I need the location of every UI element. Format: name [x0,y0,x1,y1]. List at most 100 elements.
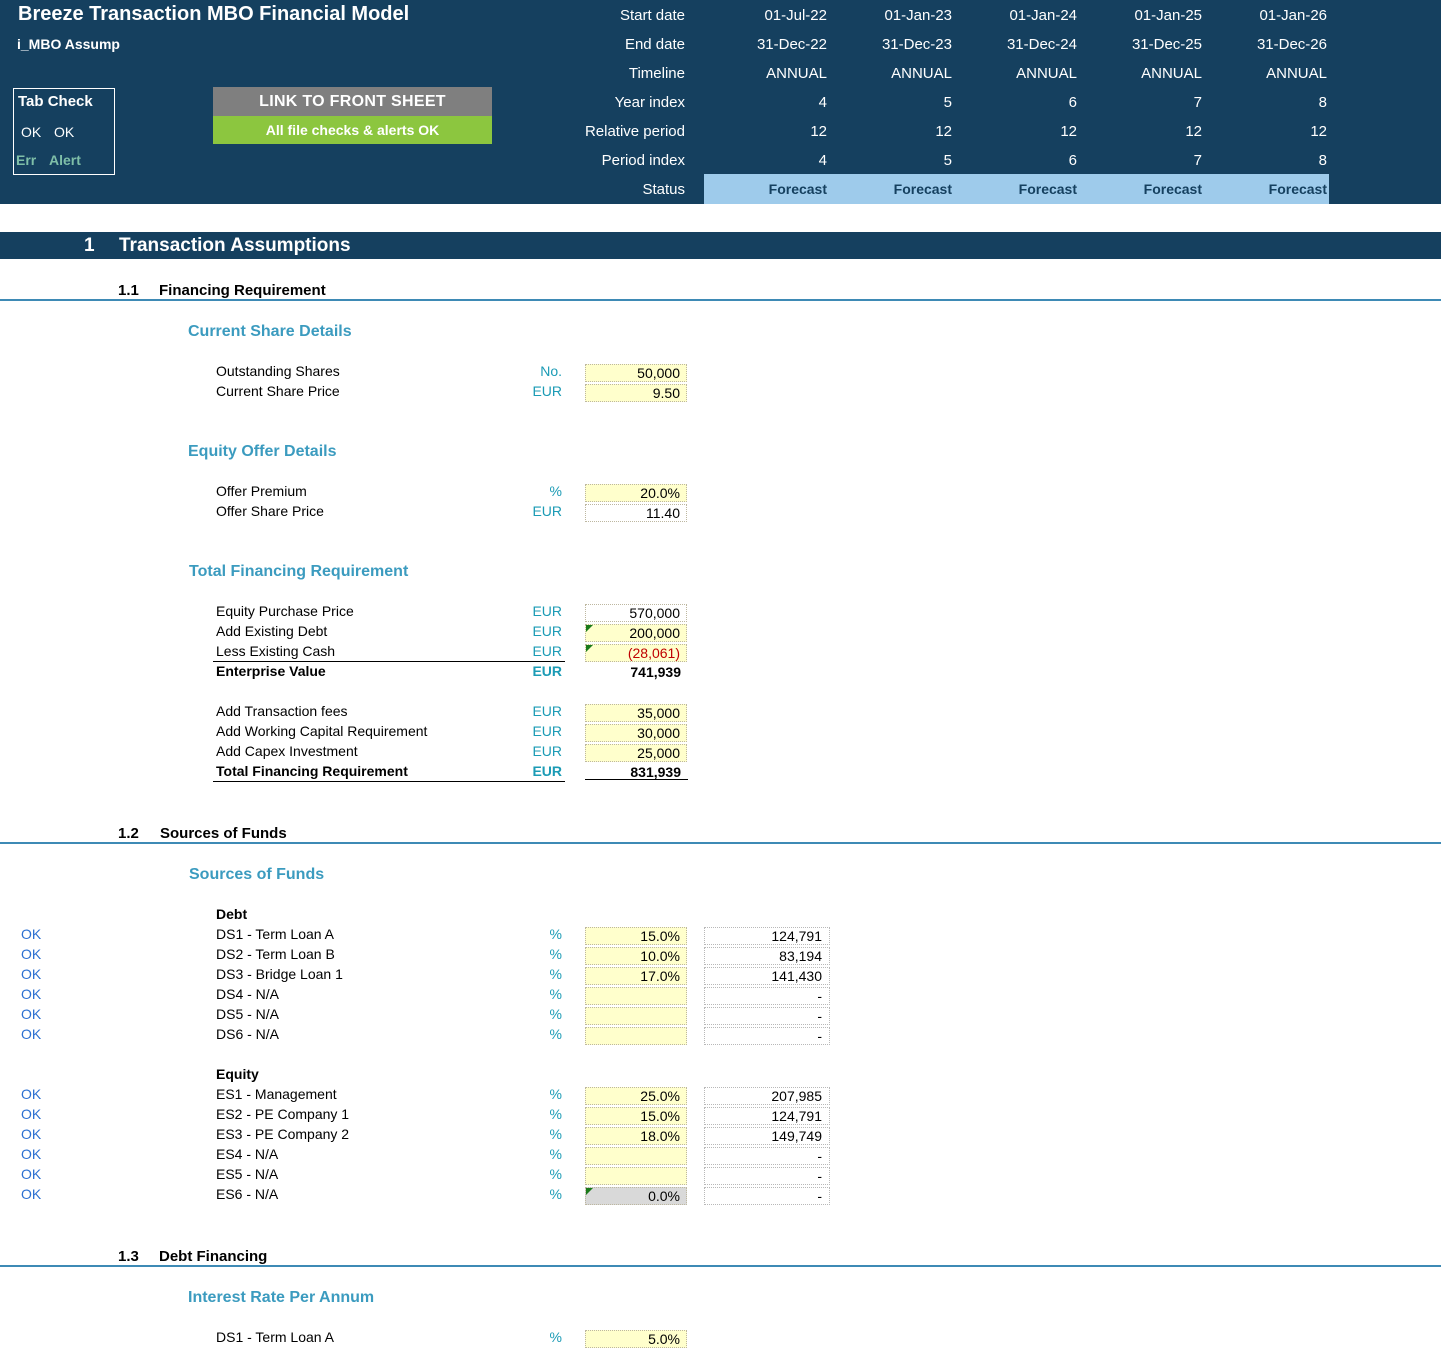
cell-value: 149,749 [771,1128,822,1144]
row-check-status: OK [21,1026,42,1042]
financing-row-label: Less Existing Cash [216,643,336,659]
timeline-timeline-cell: ANNUAL [891,65,952,82]
model-header: Breeze Transaction MBO Financial Model i… [0,0,1441,204]
interest-rate-heading: Interest Rate Per Annum [188,1289,375,1306]
input-cell[interactable]: 200,000 [585,624,687,642]
input-cell[interactable]: 9.50 [585,384,687,402]
amount-cell: 124,791 [704,927,830,945]
timeline-timeline-cell: ANNUAL [1016,65,1077,82]
unit-label: EUR [532,383,562,399]
timeline-relative-period-cell: 12 [935,123,952,140]
cell-value: 0.0% [648,1188,680,1204]
percent-input-cell[interactable] [585,1167,687,1185]
timeline-timeline-cell: ANNUAL [1266,65,1327,82]
end-date-label: End date [624,36,685,53]
input-cell[interactable]: 35,000 [585,704,687,722]
percent-input-cell[interactable]: 15.0% [585,1107,687,1125]
input-cell[interactable]: 11.40 [585,504,687,522]
unit-label: No. [540,363,562,379]
tab-check-panel: Tab Check OK OK Err Alert [13,88,115,175]
row-check-status: OK [21,986,42,1002]
source-label: DS2 - Term Loan B [216,946,335,962]
cell-value: - [817,1008,822,1024]
cell-value: 124,791 [771,928,822,944]
percent-input-cell[interactable]: 10.0% [585,947,687,965]
financing-row-label: Equity Purchase Price [216,603,354,619]
timeline-year-index-cell: 7 [1193,94,1202,111]
financing-row-label: Offer Share Price [216,503,324,519]
input-cell[interactable]: 25,000 [585,744,687,762]
sources-of-funds-heading: Sources of Funds [189,866,325,883]
period-index-label: Period index [601,152,685,169]
row-check-status: OK [21,1126,42,1142]
percent-input-cell[interactable] [585,987,687,1005]
input-cell[interactable]: 30,000 [585,724,687,742]
amount-cell: - [704,1187,830,1205]
row-check-status: OK [21,1146,42,1162]
unit-label: EUR [532,703,562,719]
timeline-start-cell: 01-Jul-22 [764,7,827,24]
percent-input-cell[interactable]: 0.0% [585,1187,687,1205]
link-to-front-sheet-button[interactable]: LINK TO FRONT SHEET [213,87,492,116]
percent-input-cell[interactable]: 18.0% [585,1127,687,1145]
section-transaction-assumptions: 1 Transaction Assumptions [0,232,1441,259]
interest-input-cell[interactable]: 5.0% [585,1330,687,1348]
unit-label: % [549,1329,562,1345]
percent-input-cell[interactable]: 15.0% [585,927,687,945]
cell-value: 25,000 [637,745,680,761]
percent-input-cell[interactable] [585,1147,687,1165]
timeline-timeline-cell: ANNUAL [766,65,827,82]
percent-input-cell[interactable] [585,1027,687,1045]
comment-indicator [586,625,593,632]
unit-label: EUR [532,743,562,759]
input-cell[interactable]: (28,061) [585,644,687,662]
total-financing-value-line [585,779,688,780]
unit-label: EUR [532,603,562,619]
amount-cell: - [704,1027,830,1045]
timeline-label: Timeline [628,65,685,82]
timeline-relative-period-cell: 12 [1060,123,1077,140]
cell-value: 207,985 [771,1088,822,1104]
unit-label: EUR [532,723,562,739]
timeline-end-cell: 31-Dec-25 [1131,36,1202,53]
cell-value: - [817,988,822,1004]
cell-value: 141,430 [771,968,822,984]
financing-row-label: Enterprise Value [216,663,326,679]
unit-label: % [549,926,562,942]
interest-row-label: DS1 - Term Loan A [216,1329,335,1345]
financing-row-label: Current Share Price [216,383,340,399]
status-cell: Forecast [1018,181,1077,197]
unit-label: EUR [532,623,562,639]
source-label: ES4 - N/A [216,1146,279,1162]
subsection-1-1-title: Financing Requirement [159,282,326,299]
percent-input-cell[interactable]: 25.0% [585,1087,687,1105]
financing-row-label: Add Existing Debt [216,623,328,639]
subsection-divider [0,1265,1441,1267]
financing-row-label: Total Financing Requirement [216,763,408,779]
status-cell: Forecast [1143,181,1202,197]
timeline-year-index-cell: 4 [818,94,827,111]
percent-input-cell[interactable]: 17.0% [585,967,687,985]
subsection-1-2-title: Sources of Funds [160,825,287,842]
subsection-divider [0,842,1441,844]
unit-label: % [549,1086,562,1102]
cell-value: 124,791 [771,1108,822,1124]
row-check-status: OK [21,966,42,982]
source-label: ES3 - PE Company 2 [216,1126,350,1142]
amount-cell: 83,194 [704,947,830,965]
debt-group-label: Debt [216,906,248,922]
financing-row-label: Add Transaction fees [216,703,348,719]
input-cell[interactable]: 570,000 [585,604,687,622]
unit-label: % [549,966,562,982]
timeline-start-cell: 01-Jan-23 [884,7,952,24]
status-cell: Forecast [768,181,827,197]
tab-check-alert: Alert [49,152,81,168]
tab-check-title: Tab Check [18,93,93,110]
input-cell[interactable]: 20.0% [585,484,687,502]
cell-value: 5.0% [648,1331,680,1347]
cell-value: 20.0% [640,485,680,501]
subsection-divider [0,299,1441,301]
percent-input-cell[interactable] [585,1007,687,1025]
input-cell[interactable]: 50,000 [585,364,687,382]
status-cell: Forecast [893,181,952,197]
